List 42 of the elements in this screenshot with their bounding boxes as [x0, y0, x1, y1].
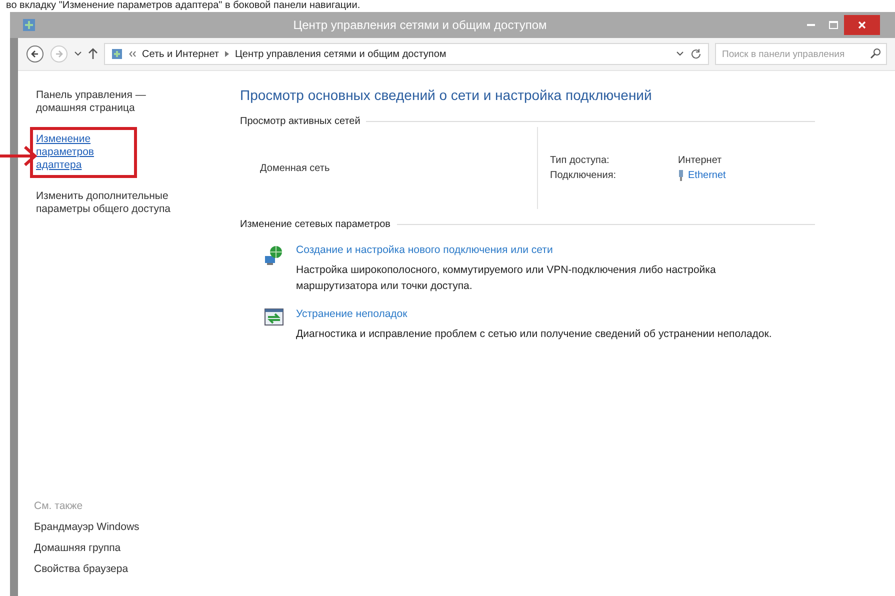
- connections-label: Подключения:: [550, 170, 618, 181]
- double-chevron-icon: [129, 51, 136, 57]
- connection-link[interactable]: Ethernet: [688, 170, 726, 181]
- sidebar-item[interactable]: Изменить дополнительные параметры общего доступа: [34, 188, 178, 218]
- breadcrumb-item[interactable]: Сеть и Интернет: [142, 48, 220, 60]
- task-description: Настройка широкополосного, коммутируемого или VPN-подключения либо настройка маршрутизатора или точки доступа.: [296, 263, 717, 294]
- refresh-icon[interactable]: [690, 48, 702, 60]
- breadcrumb-item[interactable]: Центр управления сетями и общим доступом: [235, 48, 446, 60]
- back-button[interactable]: [26, 45, 44, 63]
- annotation-arrow: [0, 145, 38, 167]
- see-also-link[interactable]: Брандмауэр Windows: [34, 521, 232, 533]
- network-folder-icon: [111, 48, 123, 60]
- dropdown-caret-icon[interactable]: [74, 51, 82, 57]
- see-also-link[interactable]: Свойства браузера: [34, 563, 232, 575]
- see-also-link[interactable]: Домашняя группа: [34, 542, 232, 554]
- see-also-heading: См. также: [34, 500, 84, 512]
- ethernet-plug-icon: [678, 170, 684, 181]
- troubleshoot-window-icon: [264, 308, 284, 326]
- network-name: Доменная сеть: [260, 162, 330, 174]
- window-title: Центр управления сетями и общим доступом: [292, 18, 548, 32]
- task-link[interactable]: Устранение неполадок: [296, 308, 408, 320]
- section-heading: Просмотр активных сетей: [240, 116, 815, 127]
- section-heading: Изменение сетевых параметров: [240, 219, 815, 230]
- close-icon: [858, 21, 866, 29]
- task-link[interactable]: Создание и настройка нового подключения или сети: [296, 244, 553, 256]
- chevron-right-icon: [225, 51, 230, 57]
- sidebar-item[interactable]: Панель управления — домашняя страница: [34, 87, 178, 117]
- network-app-icon: [22, 18, 36, 32]
- caption-text: во вкладку "Изменение параметров адаптера" в боковой панели навигации.: [5, 0, 362, 12]
- search-icon: [870, 48, 881, 59]
- address-field[interactable]: Сеть и Интернет Центр управления сетями и общим доступом: [104, 43, 709, 65]
- access-type-value: Интернет: [678, 155, 723, 166]
- maximize-icon: [828, 21, 838, 29]
- network-globe-icon: [263, 244, 285, 266]
- up-arrow-icon[interactable]: [88, 48, 98, 60]
- minimize-icon: [807, 24, 815, 26]
- dropdown-caret-icon[interactable]: [676, 51, 684, 57]
- task-description: Диагностика и исправление проблем с сетью или получение сведений об устранении неполадок.: [296, 327, 772, 342]
- page-heading: Просмотр основных сведений о сети и настройка подключений: [240, 87, 653, 103]
- search-field[interactable]: Поиск в панели управления: [715, 43, 887, 65]
- close-button[interactable]: [844, 15, 880, 35]
- access-type-label: Тип доступа:: [550, 155, 610, 166]
